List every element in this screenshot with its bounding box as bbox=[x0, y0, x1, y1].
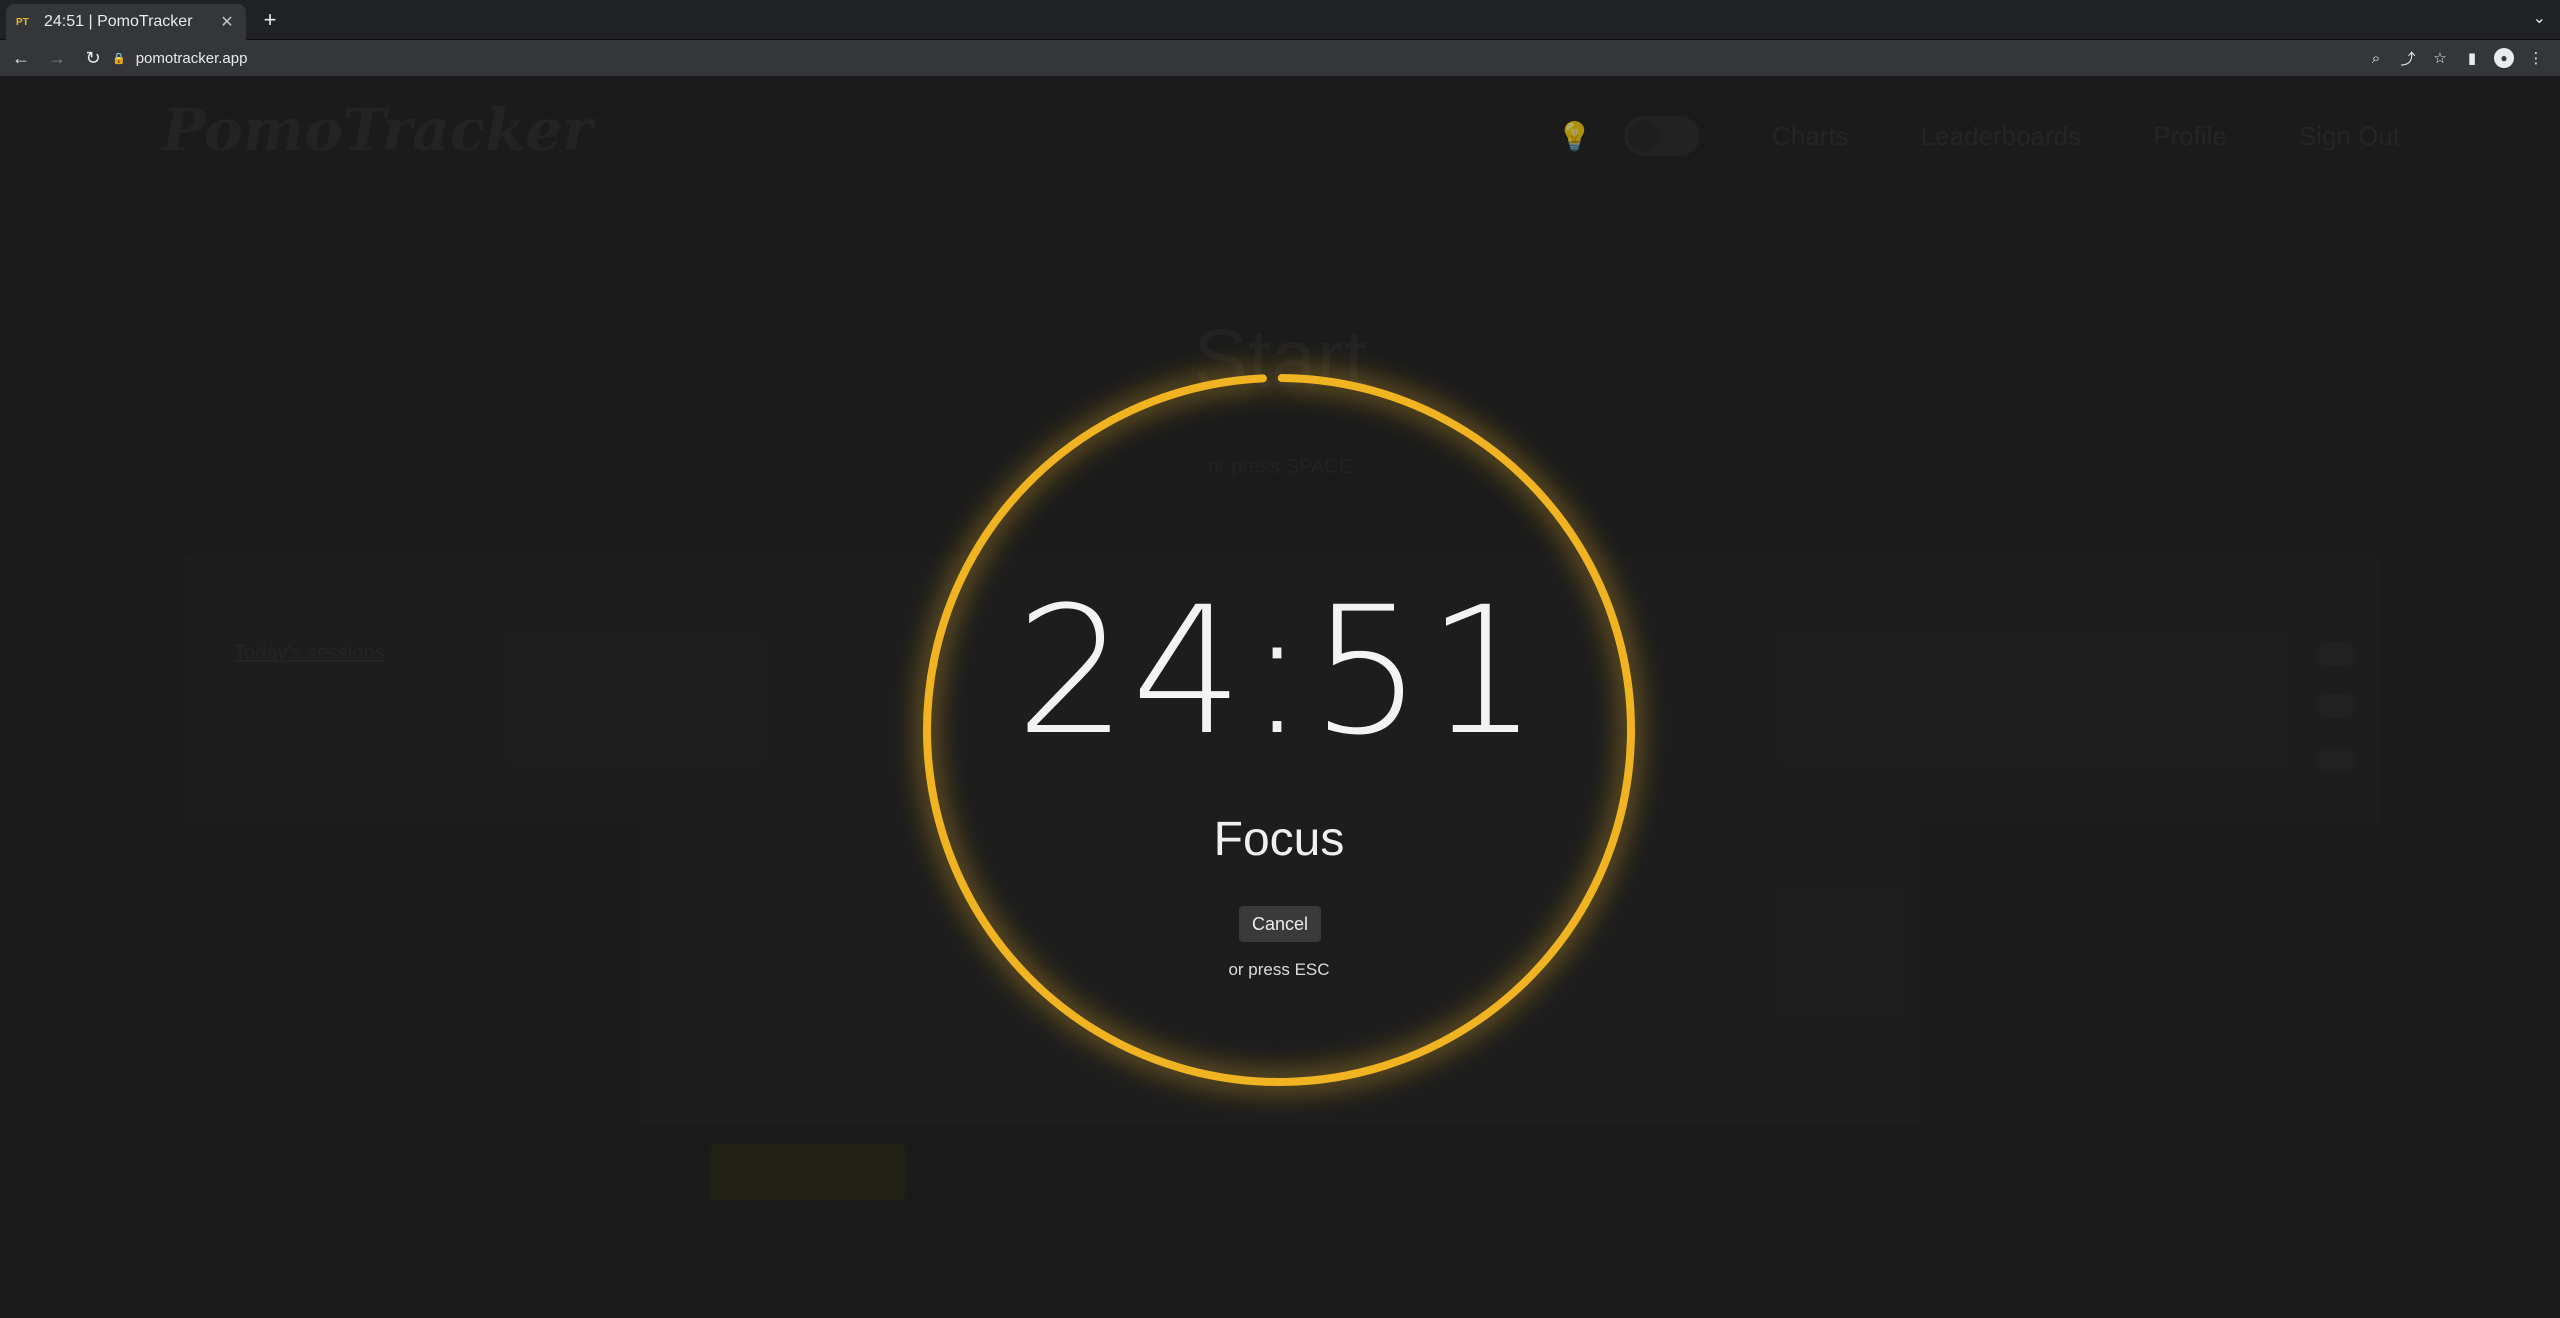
timer-mode-label: Focus bbox=[1213, 813, 1345, 866]
tab-search-chevron-icon[interactable]: ⌄ bbox=[2533, 8, 2546, 28]
pomotracker-page: PomoTracker 💡 Charts Leaderboards Profil… bbox=[0, 76, 2560, 1318]
profile-avatar-icon[interactable]: ● bbox=[2494, 48, 2514, 68]
reload-icon[interactable]: ↻ bbox=[78, 43, 108, 73]
tab-title: 24:51 | PomoTracker bbox=[44, 13, 193, 30]
more-menu-icon[interactable]: ⋮ bbox=[2520, 49, 2552, 67]
esc-hint: or press ESC bbox=[1228, 960, 1330, 979]
url-text: pomotracker.app bbox=[135, 49, 248, 67]
time-remaining: 24:51 bbox=[1015, 569, 1543, 774]
side-panel-icon[interactable]: ▮ bbox=[2456, 49, 2488, 67]
cancel-button[interactable]: Cancel bbox=[1239, 906, 1321, 942]
share-icon[interactable]: ⤴ bbox=[2392, 48, 2424, 69]
timer-panel: 24:51 Focus Cancel or press ESC bbox=[923, 374, 1635, 1086]
close-tab-icon[interactable]: ✕ bbox=[218, 12, 236, 32]
zoom-icon[interactable]: ⌕ bbox=[2360, 50, 2392, 67]
lock-icon: 🔒 bbox=[112, 52, 126, 65]
browser-tab[interactable]: PT 24:51 | PomoTracker ✕ bbox=[6, 4, 246, 40]
back-arrow-icon[interactable]: ← bbox=[6, 43, 36, 73]
browser-toolbar: ← → ↻ 🔒 pomotracker.app ⌕ ⤴ ☆ ▮ ● ⋮ bbox=[0, 40, 2560, 76]
new-tab-icon[interactable]: + bbox=[256, 6, 284, 34]
address-bar[interactable]: 🔒 pomotracker.app bbox=[112, 40, 247, 76]
pomotracker-favicon-icon: PT bbox=[16, 16, 29, 28]
bookmark-star-icon[interactable]: ☆ bbox=[2424, 49, 2456, 67]
browser-tabstrip: PT 24:51 | PomoTracker ✕ + ⌄ bbox=[0, 0, 2560, 40]
forward-arrow-icon[interactable]: → bbox=[42, 43, 72, 73]
